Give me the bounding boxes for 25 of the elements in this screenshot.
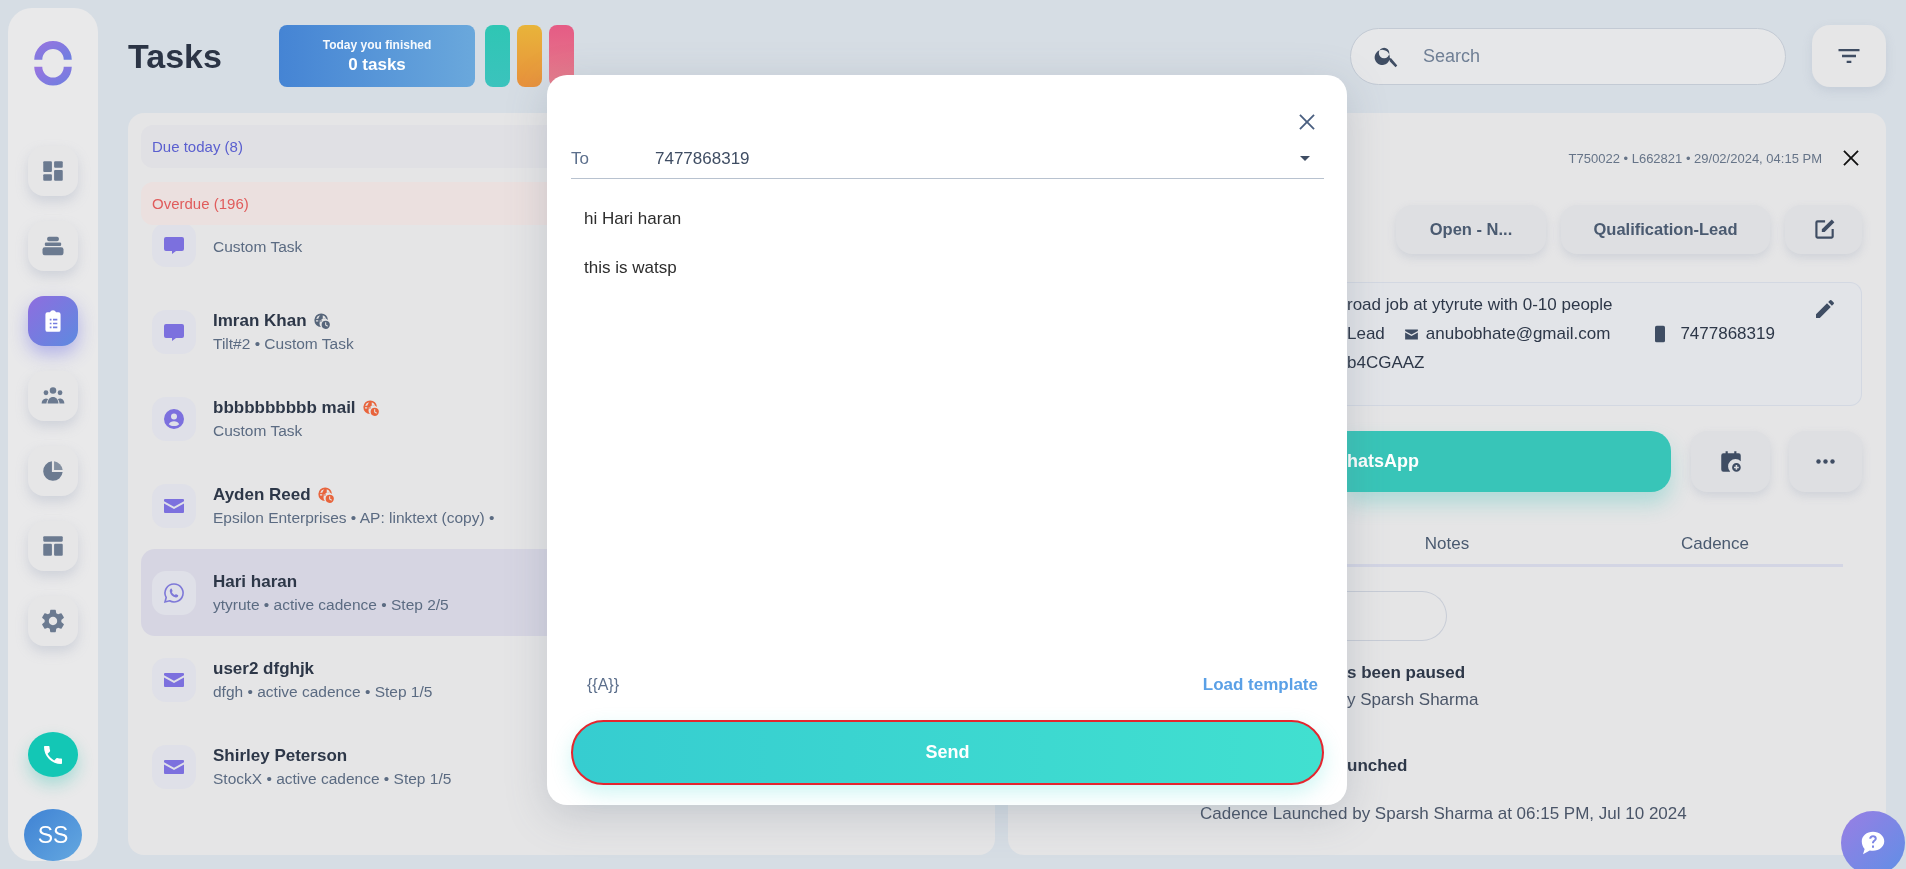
lead-summary: road job at ytyrute with 0-10 people <box>1347 295 1614 315</box>
lead-id: b4CGAAZ <box>1347 353 1426 373</box>
task-details: Custom Task <box>213 237 303 256</box>
task-details: Custom Task <box>213 421 304 440</box>
task-details: ytyrute • active cadence • Step 2/5 <box>213 595 449 614</box>
to-label: To <box>571 148 590 169</box>
stat-label: Today you finished <box>322 37 432 52</box>
event-text: y Sparsh Sharma <box>1347 690 1480 710</box>
task-name: user2 dfghjk <box>213 658 315 679</box>
event-title: s been paused <box>1347 663 1467 683</box>
event-text: Cadence Launched by Sparsh Sharma at 06:15 PM, Jul 10 2024 <box>1200 804 1688 824</box>
lead-role: Lead <box>1347 324 1385 344</box>
task-details: StockX • active cadence • Step 1/5 <box>213 769 452 788</box>
stat-value: 0 tasks <box>348 54 406 75</box>
page-title: Tasks <box>128 36 223 76</box>
task-name: Shirley Peterson <box>213 745 348 766</box>
task-details: dfgh • active cadence • Step 1/5 <box>213 682 433 701</box>
task-name: bbbbbbbbbb mail <box>213 397 356 418</box>
task-name: Hari haran <box>213 571 298 592</box>
task-details: Epsilon Enterprises • AP: linktext (copy) • <box>213 508 495 527</box>
task-meta: T750022 • L662821 • 29/02/2024, 04:15 PM <box>1568 150 1822 166</box>
event-title: unched <box>1347 756 1409 776</box>
task-name: Imran Khan <box>213 310 307 331</box>
task-name: Ayden Reed <box>213 484 311 505</box>
task-details: Tilt#2 • Custom Task <box>213 334 354 353</box>
